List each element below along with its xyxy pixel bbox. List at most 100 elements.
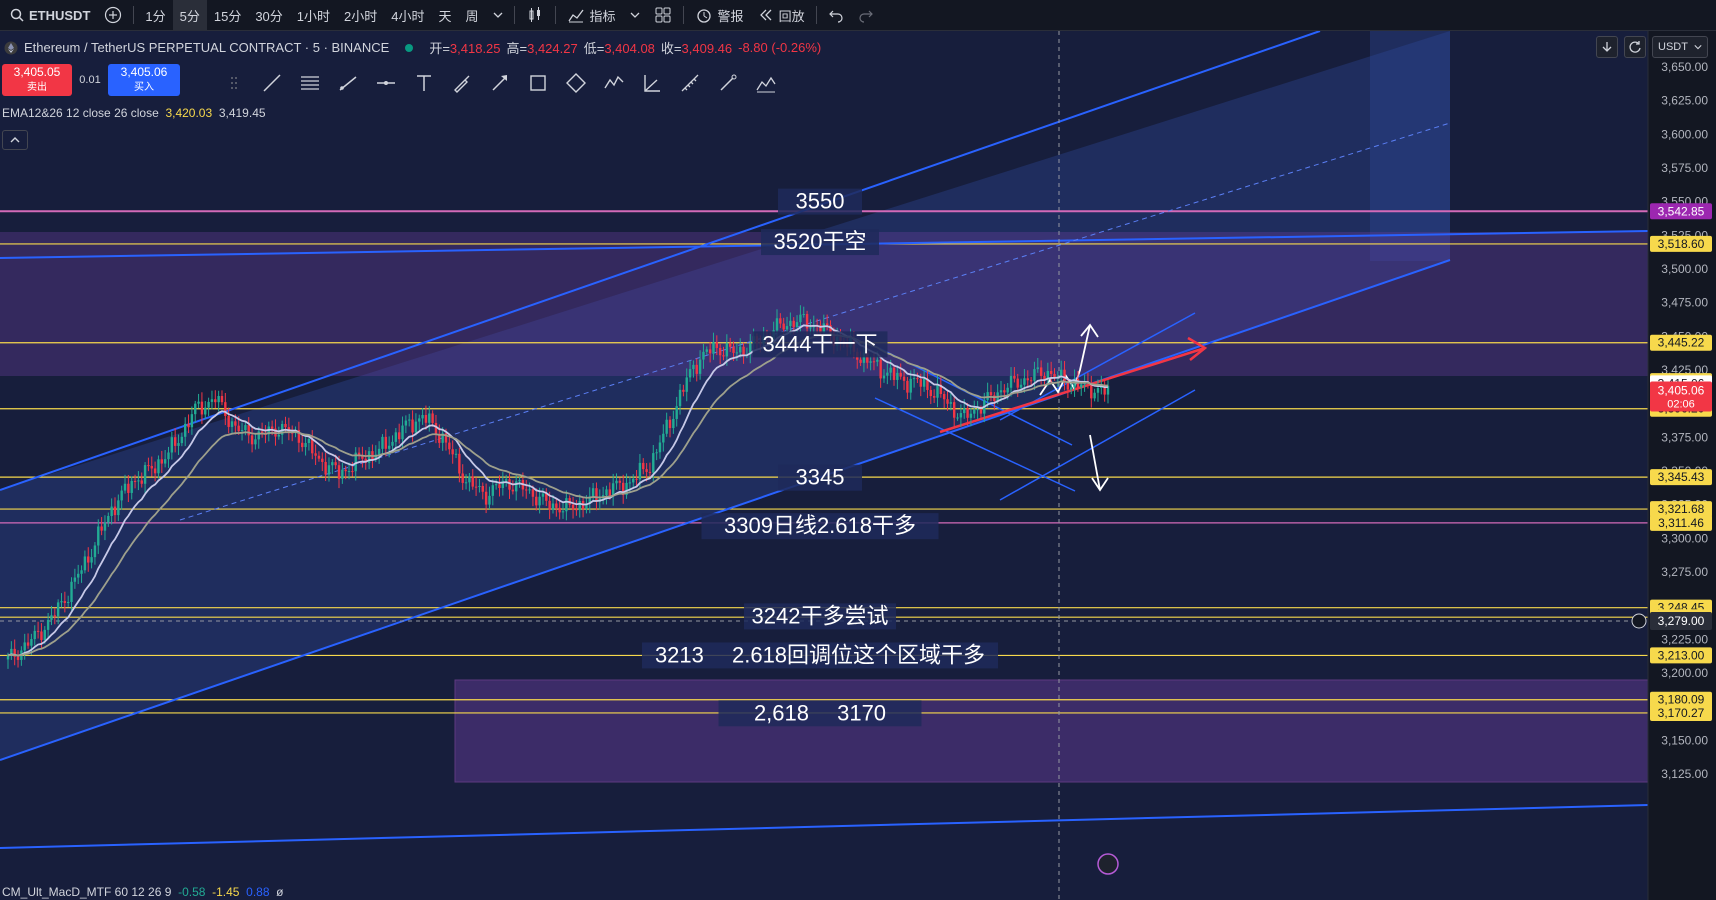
interval-1w[interactable]: 周 (459, 0, 486, 30)
buy-button[interactable]: 3,405.06 买入 (108, 64, 180, 96)
candle-body (728, 343, 732, 347)
candle-body (304, 442, 307, 448)
candle-body (989, 392, 993, 396)
candle-body (404, 420, 408, 426)
alert-label: 警报 (717, 8, 744, 24)
candle-body (795, 322, 799, 328)
price-badge-label: 3,542.85 (1658, 204, 1705, 218)
candle-body (391, 441, 394, 446)
candle-body (127, 483, 130, 493)
candle-body (73, 577, 77, 582)
alert-button[interactable]: 警报 (688, 0, 751, 30)
interval-4h[interactable]: 4小时 (384, 0, 431, 30)
fib-tool[interactable] (296, 70, 324, 96)
interval-15m[interactable]: 15分 (207, 0, 248, 30)
price-badge-label: 3,213.00 (1658, 648, 1705, 662)
candle-body (83, 556, 87, 571)
layout-button[interactable] (647, 0, 679, 30)
replay-button[interactable]: 回放 (751, 0, 812, 30)
eraser-tool[interactable] (714, 70, 742, 96)
text-tool[interactable] (410, 70, 438, 96)
candle-body (23, 642, 26, 651)
measure-tool[interactable] (676, 70, 704, 96)
y-tick-label: 3,500.00 (1661, 262, 1708, 276)
rectangle-tool[interactable] (524, 70, 552, 96)
candle-body (190, 414, 194, 428)
candle-body (120, 490, 123, 501)
candle-body (1059, 369, 1063, 377)
redo-icon (858, 10, 873, 23)
candle-body (381, 436, 384, 449)
price-badge-label: 3,345.43 (1658, 470, 1705, 484)
ray-tool[interactable] (334, 70, 362, 96)
candle-body (722, 355, 725, 357)
brush-icon (454, 75, 470, 93)
high-label: 高= (506, 41, 528, 56)
elliott-wave-tool[interactable] (600, 70, 628, 96)
y-tick-label: 3,600.00 (1661, 127, 1708, 141)
candle-body (250, 435, 254, 445)
trend-line-tool[interactable] (258, 70, 286, 96)
interval-dropdown[interactable] (486, 0, 510, 30)
reset-chart-button[interactable] (1624, 36, 1646, 58)
candle-body (140, 480, 143, 484)
grip-icon (231, 77, 237, 89)
collapse-legend-button[interactable] (2, 130, 28, 150)
macd-label: CM_Ult_MacD_MTF 60 12 26 9 (2, 885, 172, 899)
forecast-tool[interactable] (752, 70, 780, 96)
sell-label: 卖出 (27, 82, 47, 93)
interval-1d[interactable]: 天 (432, 0, 459, 30)
candle-body (912, 378, 916, 380)
indicators-button[interactable]: 指标 (560, 0, 623, 30)
legend-line: Ethereum / TetherUS PERPETUAL CONTRACT ·… (4, 38, 821, 57)
candle-body (214, 399, 217, 403)
bar-countdown-label: 02:06 (1667, 399, 1695, 411)
candle-body (1096, 387, 1100, 393)
interval-1h[interactable]: 1小时 (290, 0, 337, 30)
candle-body (408, 419, 411, 421)
pattern-tool[interactable] (562, 70, 590, 96)
candle-body (1033, 369, 1036, 381)
candle-body (869, 361, 872, 363)
candle-body (103, 522, 107, 531)
interval-1m[interactable]: 1分 (138, 0, 172, 30)
candle-body (401, 425, 404, 440)
candle-body (33, 630, 36, 640)
interval-2h[interactable]: 2小时 (337, 0, 384, 30)
interval-30m[interactable]: 30分 (248, 0, 289, 30)
angle-tool[interactable] (638, 70, 666, 96)
price-chart[interactable]: 3550 3520干空 3444干一下 3345 3309日线2.618干多 3242干多… (0, 31, 1716, 900)
candle-body (642, 462, 645, 470)
redo-button[interactable] (851, 0, 881, 30)
drag-handle[interactable] (220, 70, 248, 96)
candle-body (77, 573, 80, 578)
currency-select[interactable]: USDT (1652, 36, 1708, 58)
symbol-label: ETHUSDT (29, 7, 91, 23)
search-icon (10, 8, 24, 22)
candle-body (184, 423, 187, 437)
undo-button[interactable] (821, 0, 851, 30)
candle-body (387, 445, 391, 449)
interval-5m[interactable]: 5分 (172, 0, 207, 30)
symbol-search[interactable]: ETHUSDT (0, 0, 97, 30)
candle-body (628, 482, 632, 484)
candle-body (518, 479, 521, 482)
compare-button[interactable] (97, 0, 129, 30)
order-quantity[interactable]: 0.01 (78, 74, 102, 86)
candle-body (662, 433, 665, 443)
candle-body (906, 380, 909, 393)
arrow-tool[interactable] (486, 70, 514, 96)
candle-body (942, 393, 946, 400)
ema-value-2: 3,419.45 (218, 106, 266, 120)
candle-body (167, 452, 170, 460)
candle-body (411, 419, 414, 433)
candle-body (244, 425, 247, 431)
horizontal-line-tool[interactable] (372, 70, 400, 96)
brush-tool[interactable] (448, 70, 476, 96)
indicators-dropdown[interactable] (623, 0, 647, 30)
candle-body (909, 378, 912, 393)
scroll-down-button[interactable] (1596, 36, 1618, 58)
sell-button[interactable]: 3,405.05 卖出 (2, 64, 72, 96)
candle-body (979, 409, 983, 414)
chart-type-button[interactable] (519, 0, 551, 30)
